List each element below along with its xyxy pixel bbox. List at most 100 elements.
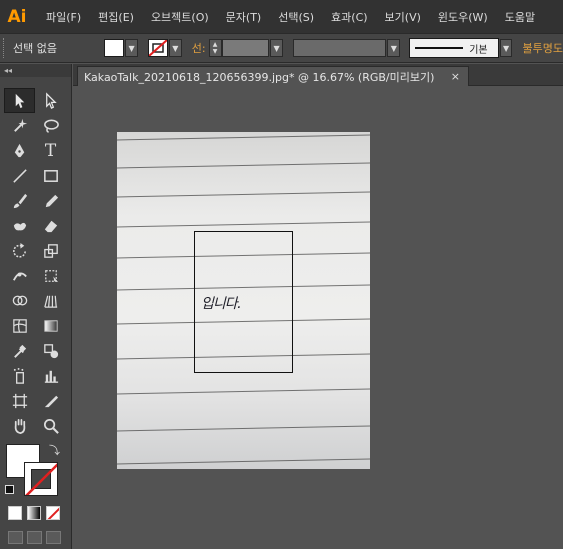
symbol-sprayer-tool-icon (13, 367, 24, 384)
column-graph-tool-icon (44, 370, 58, 383)
tool-grid: T (4, 88, 66, 438)
ruled-line (117, 221, 370, 228)
brush-label: 기본 (469, 44, 488, 56)
lasso-tool-button[interactable] (35, 113, 66, 138)
stroke-color-box[interactable] (24, 462, 58, 496)
brush-definition[interactable]: 기본 (409, 38, 499, 58)
ruled-line (117, 191, 370, 198)
fill-dropdown[interactable]: ▼ (125, 39, 138, 57)
brush-dropdown[interactable]: ▼ (499, 39, 513, 57)
menu-window[interactable]: 윈도우(W) (426, 9, 493, 25)
lasso-tool-icon (43, 119, 59, 133)
free-transform-tool-button[interactable] (35, 263, 66, 288)
direct-selection-tool-button[interactable] (35, 88, 66, 113)
magic-wand-tool-icon (13, 118, 27, 132)
scale-tool-icon (43, 243, 58, 258)
menu-file[interactable]: 파일(F) (34, 9, 86, 25)
tool-row (4, 113, 66, 138)
gradient-tool-button[interactable] (35, 313, 66, 338)
menu-select[interactable]: 선택(S) (266, 9, 319, 25)
menu-effect[interactable]: 효과(C) (319, 9, 373, 25)
eyedropper-tool-button[interactable] (4, 338, 35, 363)
pen-tool-button[interactable] (4, 138, 35, 163)
rectangle-tool-button[interactable] (35, 163, 66, 188)
type-tool-button[interactable]: T (35, 138, 66, 163)
gradient-tool-icon (43, 319, 58, 332)
gradient-mode-button[interactable] (27, 506, 41, 520)
type-tool-icon: T (44, 140, 57, 161)
app-logo: Ai (7, 6, 27, 27)
shape-builder-tool-button[interactable] (4, 288, 35, 313)
pencil-tool-button[interactable] (35, 188, 66, 213)
draw-normal-button[interactable] (8, 531, 23, 544)
blob-brush-tool-button[interactable] (4, 213, 35, 238)
free-transform-tool-icon (44, 269, 58, 282)
hand-tool-button[interactable] (4, 413, 35, 438)
blend-tool-icon (43, 343, 58, 358)
color-mode-button[interactable] (8, 506, 22, 520)
fill-swatch[interactable] (104, 39, 125, 57)
stroke-weight-dropdown[interactable]: ▼ (270, 39, 284, 57)
handwritten-text: 입니다. (201, 296, 241, 312)
tools-panel-header[interactable]: ◂◂ (0, 64, 71, 77)
column-graph-tool-button[interactable] (35, 363, 66, 388)
none-mode-button[interactable] (46, 506, 60, 520)
slice-tool-button[interactable] (35, 388, 66, 413)
artboard-tool-button[interactable] (4, 388, 35, 413)
pen-tool-icon (14, 143, 24, 157)
stroke-weight-field[interactable] (221, 39, 270, 57)
symbol-sprayer-tool-button[interactable] (4, 363, 35, 388)
menu-help[interactable]: 도움말 (493, 9, 540, 25)
artboard-photo[interactable]: 입니다. (117, 132, 370, 469)
canvas-area[interactable]: 입니다. (73, 87, 563, 549)
tool-row (4, 88, 66, 113)
profile-dropdown[interactable]: ▼ (387, 39, 401, 57)
stroke-dropdown[interactable]: ▼ (168, 39, 182, 57)
fill-stroke-widget: ⤵ (4, 444, 64, 502)
mesh-tool-button[interactable] (4, 313, 35, 338)
scale-tool-button[interactable] (35, 238, 66, 263)
menu-bar: Ai 파일(F) 편집(E) 오브젝트(O) 문자(T) 선택(S) 효과(C)… (0, 0, 563, 33)
stroke-swatch[interactable] (148, 39, 168, 57)
document-tab[interactable]: KakaoTalk_20210618_120656399.jpg* @ 16.6… (77, 66, 469, 86)
hand-tool-icon (14, 418, 25, 434)
menu-view[interactable]: 보기(V) (373, 9, 426, 25)
draw-inside-button[interactable] (46, 531, 61, 544)
tool-row (4, 188, 66, 213)
default-fill-stroke-icon[interactable] (5, 485, 14, 494)
selection-tool-button[interactable] (4, 88, 35, 113)
control-bar: 선택 없음 ▼ ▼ 선: ▲ ▼ ▼ ▼ 기본 ▼ 불투명도 (0, 33, 563, 63)
menu-object[interactable]: 오브젝트(O) (139, 9, 214, 25)
line-segment-tool-button[interactable] (4, 163, 35, 188)
tool-row (4, 238, 66, 263)
draw-behind-button[interactable] (27, 531, 42, 544)
swap-fill-stroke-icon[interactable]: ⤵ (49, 442, 60, 458)
document-tab-strip: KakaoTalk_20210618_120656399.jpg* @ 16.6… (73, 64, 563, 86)
perspective-grid-tool-icon (43, 295, 57, 308)
width-tool-button[interactable] (4, 263, 35, 288)
rotate-tool-button[interactable] (4, 238, 35, 263)
ruled-line (117, 425, 370, 432)
menu-list: 파일(F) 편집(E) 오브젝트(O) 문자(T) 선택(S) 효과(C) 보기… (34, 0, 540, 33)
paintbrush-tool-button[interactable] (4, 188, 35, 213)
blend-tool-button[interactable] (35, 338, 66, 363)
panel-grip[interactable] (3, 38, 7, 58)
line-segment-tool-icon (12, 168, 27, 183)
tool-row (4, 413, 66, 438)
perspective-grid-tool-button[interactable] (35, 288, 66, 313)
magic-wand-tool-button[interactable] (4, 113, 35, 138)
tool-row (4, 313, 66, 338)
zoom-tool-button[interactable] (35, 413, 66, 438)
selection-tool-icon (15, 93, 24, 108)
opacity-label[interactable]: 불투명도 (522, 40, 562, 56)
menu-type[interactable]: 문자(T) (214, 9, 267, 25)
menu-edit[interactable]: 편집(E) (86, 9, 139, 25)
tool-row (4, 263, 66, 288)
tool-row: T (4, 138, 66, 163)
close-tab-button[interactable]: × (451, 70, 460, 83)
eraser-tool-button[interactable] (35, 213, 66, 238)
slice-tool-icon (44, 395, 58, 407)
tool-row (4, 288, 66, 313)
stroke-weight-spinner[interactable]: ▲ ▼ (208, 39, 222, 57)
variable-width-profile[interactable] (293, 39, 387, 57)
